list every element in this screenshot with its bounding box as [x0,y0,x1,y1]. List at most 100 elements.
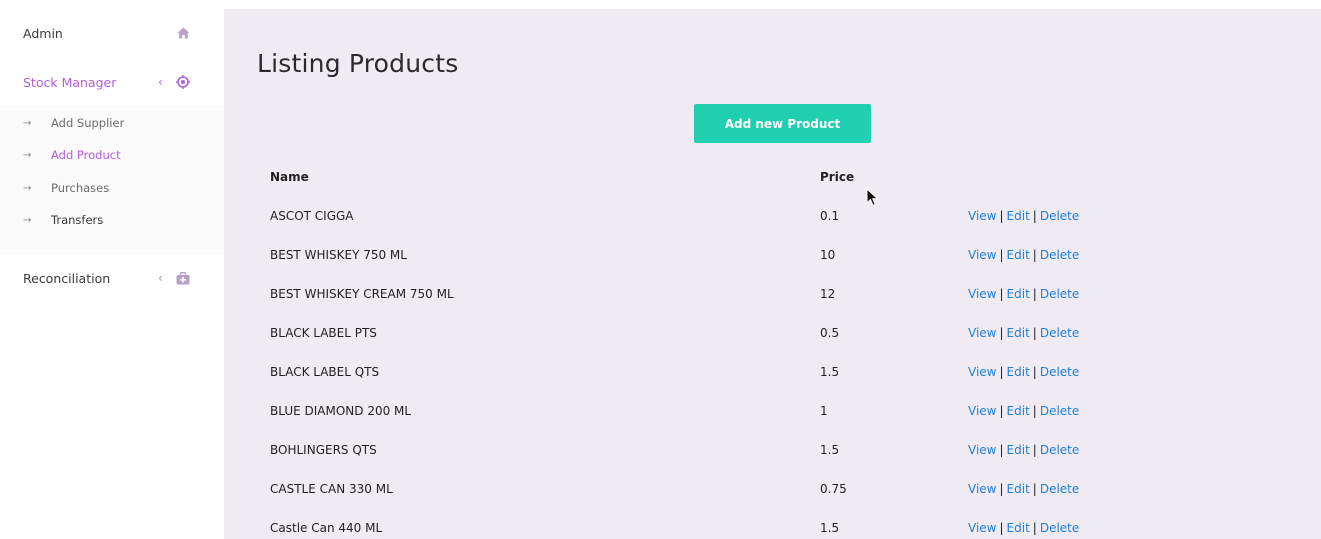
delete-link[interactable]: Delete [1040,521,1079,535]
edit-link[interactable]: Edit [1007,443,1030,457]
view-link[interactable]: View [968,443,996,457]
submenu-item-add-product[interactable]: → Add Product [0,143,224,167]
separator: | [999,481,1004,496]
product-name-cell: BOHLINGERS QTS [270,442,377,457]
product-actions-cell: View | Edit | Delete [956,469,1156,508]
table-row: ASCOT CIGGA 0.1 View | Edit | Delete [258,196,1156,235]
submenu-item-label: Purchases [51,181,110,195]
separator: | [1032,247,1037,262]
separator: | [999,208,1004,223]
submenu-item-purchases[interactable]: → Purchases [0,176,224,200]
delete-link[interactable]: Delete [1040,248,1079,262]
sidebar-item-label: Stock Manager [23,74,117,90]
delete-link[interactable]: Delete [1040,365,1079,379]
delete-link[interactable]: Delete [1040,287,1079,301]
sidebar-item-stock-manager[interactable]: Stock Manager ‹ [0,58,224,106]
arrow-right-icon: → [23,117,32,129]
view-link[interactable]: View [968,287,996,301]
separator: | [999,520,1004,535]
delete-link[interactable]: Delete [1040,326,1079,340]
separator: | [999,364,1004,379]
product-price-cell: 0.5 [820,325,840,340]
product-name-cell: ASCOT CIGGA [270,208,354,223]
view-link[interactable]: View [968,521,996,535]
product-price-cell: 0.75 [820,481,847,496]
product-name-cell: BEST WHISKEY CREAM 750 ML [270,286,454,301]
product-price-cell: 12 [820,286,836,301]
product-name-cell: BEST WHISKEY 750 ML [270,247,407,262]
product-price-cell: 0.1 [820,208,840,223]
sidebar-item-reconciliation[interactable]: Reconciliation ‹ [0,254,224,302]
submenu-item-label: Transfers [51,213,104,227]
arrow-right-icon: → [23,149,32,161]
edit-link[interactable]: Edit [1007,521,1030,535]
arrow-right-icon: → [23,214,32,226]
separator: | [1032,520,1037,535]
submenu-item-add-supplier[interactable]: → Add Supplier [0,111,224,135]
product-actions-cell: View | Edit | Delete [956,391,1156,430]
chevron-left-icon[interactable]: ‹ [158,75,163,89]
separator: | [1032,364,1037,379]
view-link[interactable]: View [968,404,996,418]
view-link[interactable]: View [968,482,996,496]
product-name-cell: BLACK LABEL QTS [270,364,380,379]
stock-manager-submenu: → Add Supplier → Add Product → Purchases… [0,106,224,254]
product-name-cell: CASTLE CAN 330 ML [270,481,393,496]
delete-link[interactable]: Delete [1040,209,1079,223]
view-link[interactable]: View [968,326,996,340]
delete-link[interactable]: Delete [1040,404,1079,418]
product-price-cell: 1.5 [820,364,840,379]
separator: | [1032,286,1037,301]
table-header-row: Name Price [258,157,1156,196]
delete-link[interactable]: Delete [1040,482,1079,496]
delete-link[interactable]: Delete [1040,443,1079,457]
separator: | [1032,481,1037,496]
product-price-cell: 1.5 [820,520,840,535]
submenu-item-label: Add Product [51,148,121,162]
table-row: Castle Can 440 ML 1.5 View | Edit | Delete [258,508,1156,539]
separator: | [1032,208,1037,223]
table-row: BOHLINGERS QTS 1.5 View | Edit | Delete [258,430,1156,469]
edit-link[interactable]: Edit [1007,209,1030,223]
product-price-cell: 1.5 [820,442,840,457]
medkit-icon [176,271,190,285]
separator: | [999,403,1004,418]
separator: | [999,247,1004,262]
sidebar-item-label: Admin [23,25,63,41]
sidebar-item-label: Reconciliation [23,270,111,286]
edit-link[interactable]: Edit [1007,248,1030,262]
table-row: BLUE DIAMOND 200 ML 1 View | Edit | Delete [258,391,1156,430]
table-row: BEST WHISKEY CREAM 750 ML 12 View | Edit | Del… [258,274,1156,313]
sidebar-item-admin[interactable]: Admin [0,9,224,57]
product-actions-cell: View | Edit | Delete [956,430,1156,469]
product-actions-cell: View | Edit | Delete [956,313,1156,352]
column-header-actions [956,157,1156,196]
column-header-name: Name [270,169,309,184]
add-new-product-button[interactable]: Add new Product [694,104,871,143]
column-header-price: Price [820,169,855,184]
product-name-cell: BLUE DIAMOND 200 ML [270,403,412,418]
view-link[interactable]: View [968,365,996,379]
edit-link[interactable]: Edit [1007,482,1030,496]
product-price-cell: 10 [820,247,836,262]
edit-link[interactable]: Edit [1007,404,1030,418]
product-actions-cell: View | Edit | Delete [956,508,1156,539]
product-actions-cell: View | Edit | Delete [956,235,1156,274]
separator: | [999,286,1004,301]
table-row: BLACK LABEL QTS 1.5 View | Edit | Delete [258,352,1156,391]
edit-link[interactable]: Edit [1007,287,1030,301]
page-title: Listing Products [257,49,459,78]
product-actions-cell: View | Edit | Delete [956,196,1156,235]
view-link[interactable]: View [968,248,996,262]
target-icon [176,75,190,89]
submenu-item-transfers[interactable]: → Transfers [0,208,224,232]
table-row: BLACK LABEL PTS 0.5 View | Edit | Delete [258,313,1156,352]
separator: | [999,325,1004,340]
edit-link[interactable]: Edit [1007,326,1030,340]
edit-link[interactable]: Edit [1007,365,1030,379]
table-row: CASTLE CAN 330 ML 0.75 View | Edit | Delete [258,469,1156,508]
chevron-left-icon[interactable]: ‹ [158,271,163,285]
products-table: Name Price ASCOT CIGGA 0.1 View | Edit | Delet… [258,157,1156,539]
view-link[interactable]: View [968,209,996,223]
separator: | [1032,325,1037,340]
